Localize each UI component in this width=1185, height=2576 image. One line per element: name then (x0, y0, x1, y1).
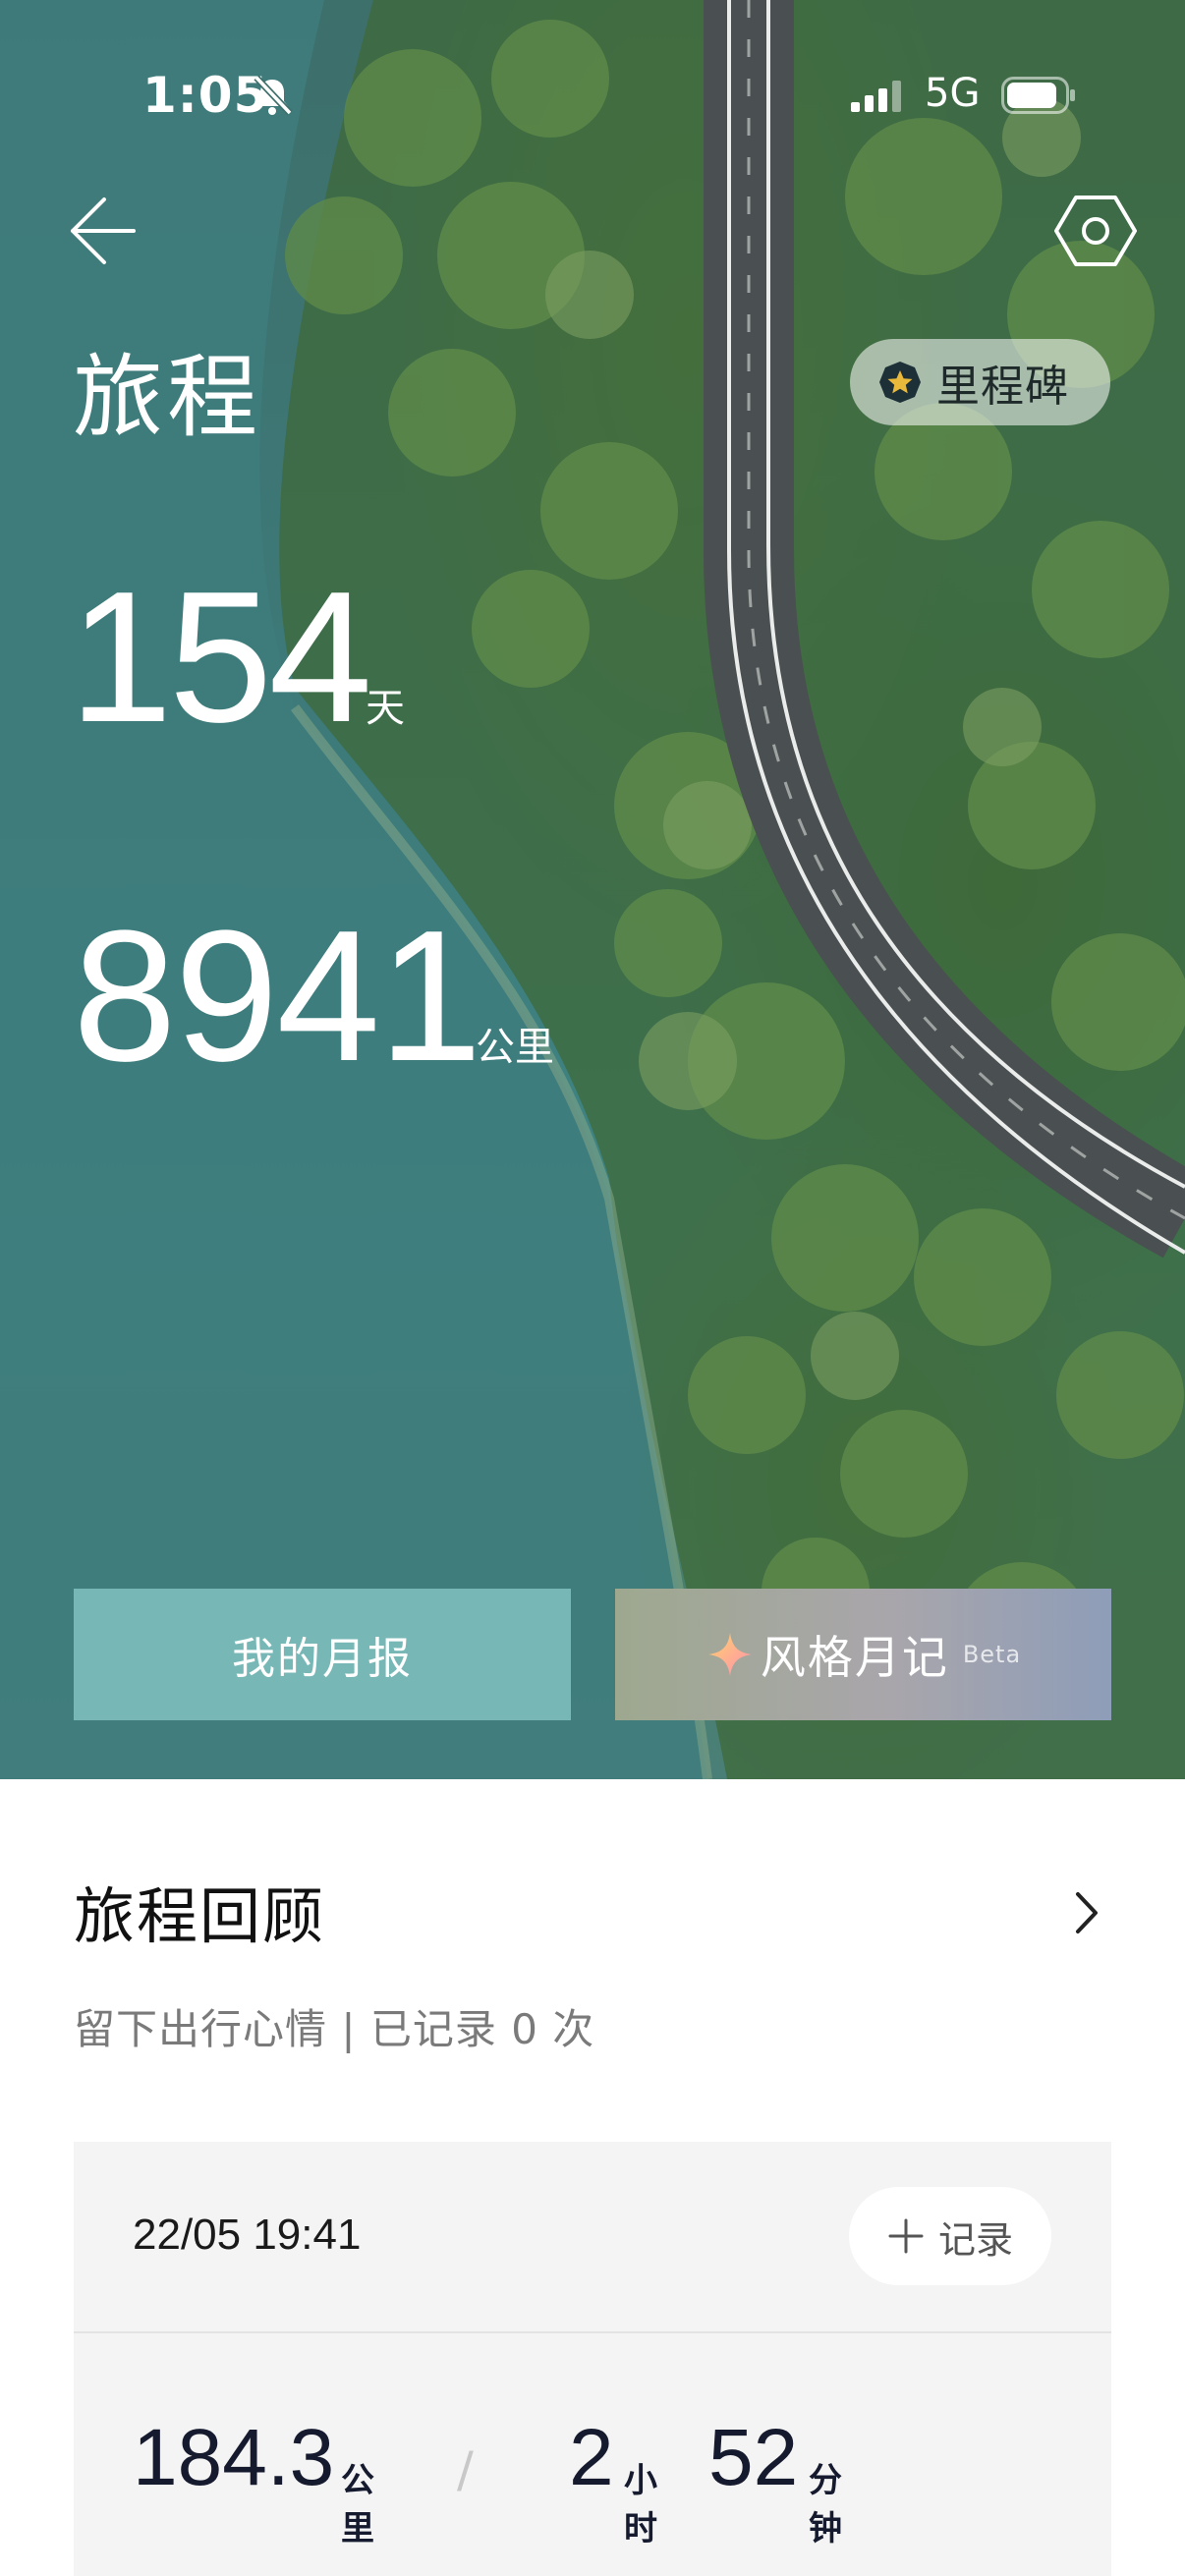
trip-review-title: 旅程回顾 (74, 1880, 326, 1952)
milestone-button[interactable]: 里程碑 (850, 339, 1110, 425)
settings-button[interactable] (1051, 192, 1140, 270)
plus-icon (888, 2218, 924, 2254)
trip-hours: 2 (569, 2413, 614, 2502)
days-count: 154 (69, 553, 372, 761)
battery-icon (1001, 77, 1076, 118)
page-title: 旅程 (73, 345, 262, 450)
trip-datetime: 22/05 19:41 (133, 2211, 362, 2259)
total-distance: 8941 (73, 892, 482, 1100)
settings-hexagon-icon (1054, 196, 1137, 266)
hero-banner: 1:05 5G 旅程 里程碑 154 天 8941 公里 我的月报 风格月记 B… (0, 0, 1185, 1779)
star-badge-icon (879, 362, 921, 403)
status-bar: 1:05 5G (0, 59, 1185, 138)
style-diary-button[interactable]: 风格月记 Beta (615, 1589, 1111, 1720)
trip-review-header[interactable]: 旅程回顾 (74, 1867, 1111, 1965)
style-diary-label: 风格月记 (760, 1631, 949, 1684)
trip-distance-unit: 公里 (341, 2461, 374, 2548)
trip-minutes: 52 (708, 2413, 799, 2502)
milestone-label: 里程碑 (936, 362, 1069, 412)
signal-icon (851, 81, 906, 116)
trip-distance: 184.3 (133, 2413, 335, 2502)
beta-badge: Beta (962, 1641, 1022, 1668)
distance-unit: 公里 (476, 1025, 554, 1070)
add-record-button[interactable]: 记录 (849, 2187, 1051, 2285)
card-divider (74, 2331, 1111, 2333)
trip-card[interactable]: 22/05 19:41 记录 184.3 公里 / 2 小时 52 分钟 (74, 2142, 1111, 2576)
network-type: 5G (925, 71, 981, 116)
monthly-report-button[interactable]: 我的月报 (74, 1589, 571, 1720)
stat-separator: / (457, 2441, 474, 2498)
back-arrow-icon (71, 197, 136, 264)
trip-hours-unit: 小时 (624, 2461, 657, 2548)
trip-minutes-unit: 分钟 (809, 2461, 842, 2548)
days-unit: 天 (366, 686, 405, 731)
sparkle-icon (707, 1633, 752, 1676)
bell-muted-icon (251, 74, 294, 121)
back-button[interactable] (69, 192, 138, 270)
record-label: 记录 (937, 2217, 1013, 2262)
trip-review-subtitle: 留下出行心情 | 已记录 0 次 (74, 2005, 595, 2053)
chevron-right-icon (1076, 1892, 1098, 1933)
monthly-report-label: 我的月报 (232, 1634, 413, 1684)
